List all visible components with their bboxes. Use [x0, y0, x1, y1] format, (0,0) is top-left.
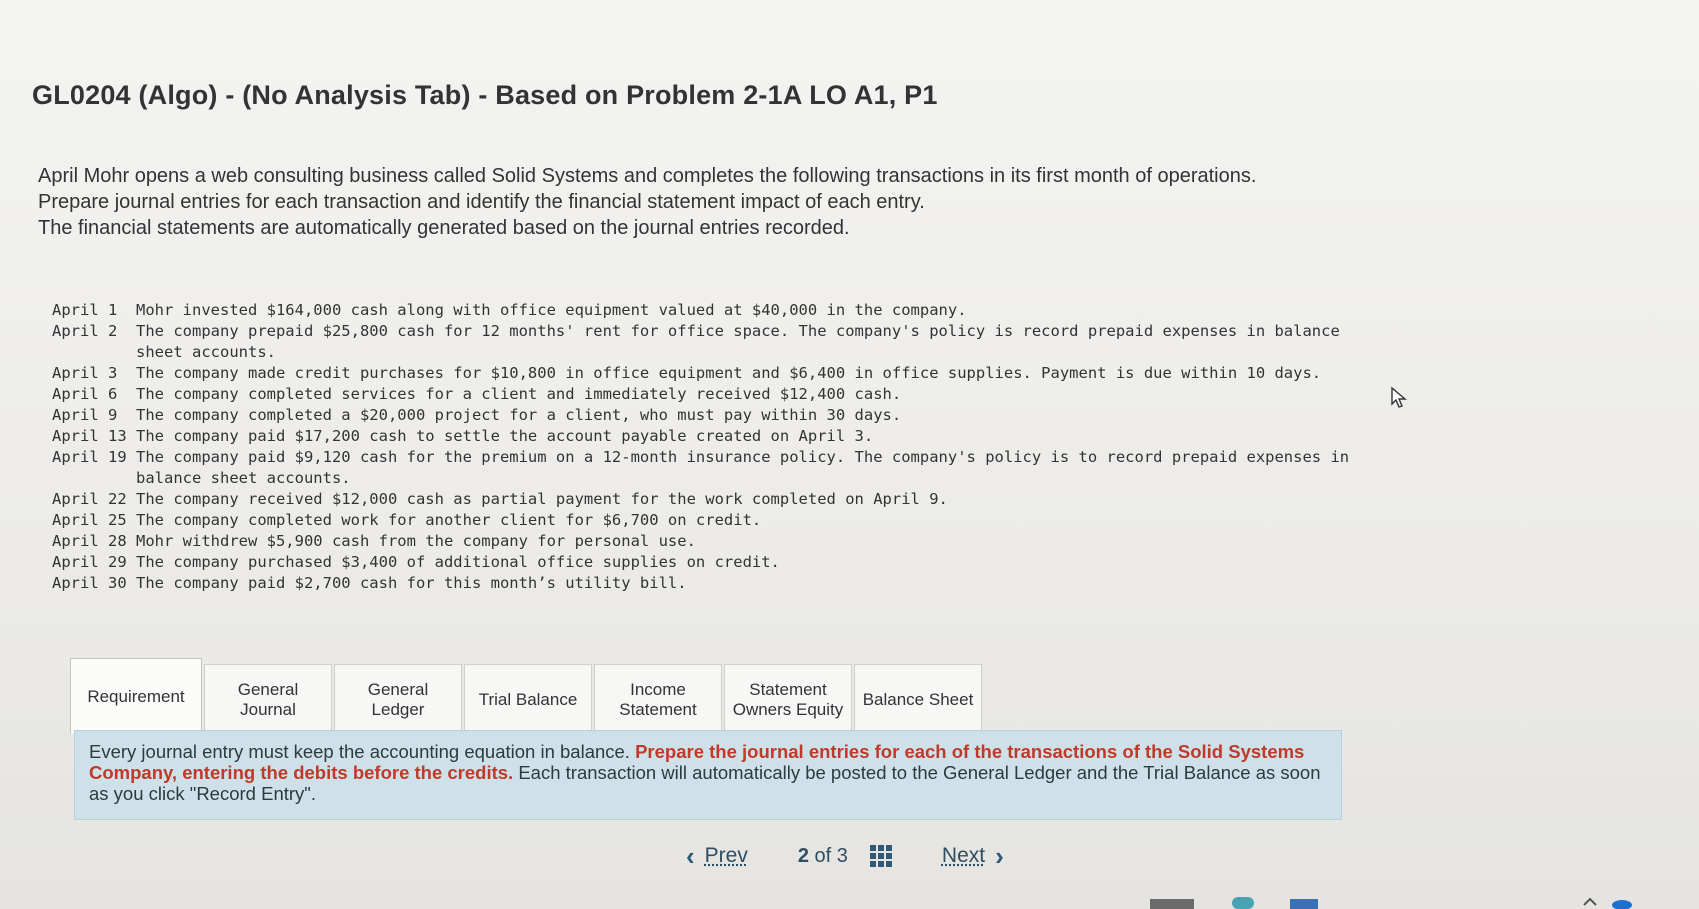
transaction-row: April 19 The company paid $9,120 cash fo… — [52, 447, 1352, 489]
page: GL0204 (Algo) - (No Analysis Tab) - Base… — [0, 0, 1699, 909]
total-pages: of 3 — [814, 844, 848, 867]
transaction-date: April 19 — [52, 448, 127, 466]
next-button[interactable]: Next › — [942, 841, 1004, 872]
chevron-left-icon: ‹ — [686, 840, 695, 871]
tab-balance-sheet[interactable]: Balance Sheet — [854, 664, 982, 734]
transaction-row: April 2 The company prepaid $25,800 cash… — [52, 321, 1352, 363]
instruction-text: Every journal entry must keep the accoun… — [89, 741, 636, 762]
transaction-date: April 2 — [52, 322, 118, 340]
transaction-date: April 1 — [52, 301, 118, 319]
page-title: GL0204 (Algo) - (No Analysis Tab) - Base… — [32, 80, 938, 110]
intro-text: April Mohr opens a web consulting busine… — [38, 163, 1278, 241]
transaction-text: The company completed work for another c… — [136, 511, 762, 529]
pagination: ‹ Prev 2 of 3 Next › — [686, 838, 1004, 874]
tab-general-journal[interactable]: General Journal — [204, 664, 332, 734]
transaction-row: April 28 Mohr withdrew $5,900 cash from … — [52, 531, 1352, 552]
transaction-text: The company paid $17,200 cash to settle … — [136, 427, 874, 445]
transaction-date: April 28 — [52, 532, 127, 550]
taskbar-edge — [0, 893, 1699, 909]
transaction-date: April 29 — [52, 553, 127, 571]
transaction-list: April 1 Mohr invested $164,000 cash alon… — [52, 300, 1352, 594]
mouse-cursor-icon — [1390, 386, 1410, 415]
page-counter: 2 of 3 — [798, 845, 848, 868]
transaction-row: April 6 The company completed services f… — [52, 384, 1352, 405]
transaction-text: The company completed a $20,000 project … — [136, 406, 902, 424]
transaction-text: The company completed services for a cli… — [136, 385, 902, 403]
transaction-text: The company paid $9,120 cash for the pre… — [136, 448, 1350, 487]
tab-bar: Requirement General Journal General Ledg… — [70, 658, 984, 734]
current-page: 2 — [797, 844, 809, 867]
transaction-date: April 3 — [52, 364, 118, 382]
tab-trial-balance[interactable]: Trial Balance — [464, 664, 592, 734]
grid-icon[interactable] — [869, 845, 892, 867]
transaction-row: April 9 The company completed a $20,000 … — [52, 405, 1352, 426]
transaction-date: April 30 — [52, 574, 127, 592]
transaction-date: April 13 — [52, 427, 127, 445]
intro-line-1: April Mohr opens a web consulting busine… — [38, 165, 1257, 187]
chevron-right-icon: › — [995, 840, 1004, 871]
transaction-row: April 22 The company received $12,000 ca… — [52, 489, 1352, 510]
prev-button[interactable]: ‹ Prev — [686, 841, 748, 872]
intro-line-3: The financial statements are automatical… — [38, 217, 850, 239]
transaction-text: The company prepaid $25,800 cash for 12 … — [136, 322, 1340, 361]
tab-statement-owners-equity[interactable]: Statement Owners Equity — [724, 664, 852, 734]
transaction-text: Mohr withdrew $5,900 cash from the compa… — [136, 532, 696, 550]
transaction-date: April 6 — [52, 385, 118, 403]
transaction-row: April 25 The company completed work for … — [52, 510, 1352, 531]
transaction-date: April 22 — [52, 490, 127, 508]
prev-label: Prev — [704, 844, 748, 867]
transaction-row: April 3 The company made credit purchase… — [52, 363, 1352, 384]
transaction-row: April 29 The company purchased $3,400 of… — [52, 552, 1352, 573]
instruction-box: Every journal entry must keep the accoun… — [74, 730, 1342, 820]
transaction-text: The company purchased $3,400 of addition… — [136, 553, 780, 571]
next-label: Next — [941, 844, 986, 867]
tab-general-ledger[interactable]: General Ledger — [334, 664, 462, 734]
transaction-row: April 1 Mohr invested $164,000 cash alon… — [52, 300, 1352, 321]
transaction-row: April 13 The company paid $17,200 cash t… — [52, 426, 1352, 447]
intro-line-2: Prepare journal entries for each transac… — [38, 191, 925, 213]
transaction-date: April 25 — [52, 511, 127, 529]
transaction-row: April 30 The company paid $2,700 cash fo… — [52, 573, 1352, 594]
transaction-text: The company made credit purchases for $1… — [136, 364, 1322, 382]
transaction-text: Mohr invested $164,000 cash along with o… — [136, 301, 967, 319]
tab-income-statement[interactable]: Income Statement — [594, 664, 722, 734]
tab-requirement[interactable]: Requirement — [70, 658, 202, 734]
transaction-date: April 9 — [52, 406, 118, 424]
transaction-text: The company paid $2,700 cash for this mo… — [136, 574, 687, 592]
transaction-text: The company received $12,000 cash as par… — [136, 490, 948, 508]
